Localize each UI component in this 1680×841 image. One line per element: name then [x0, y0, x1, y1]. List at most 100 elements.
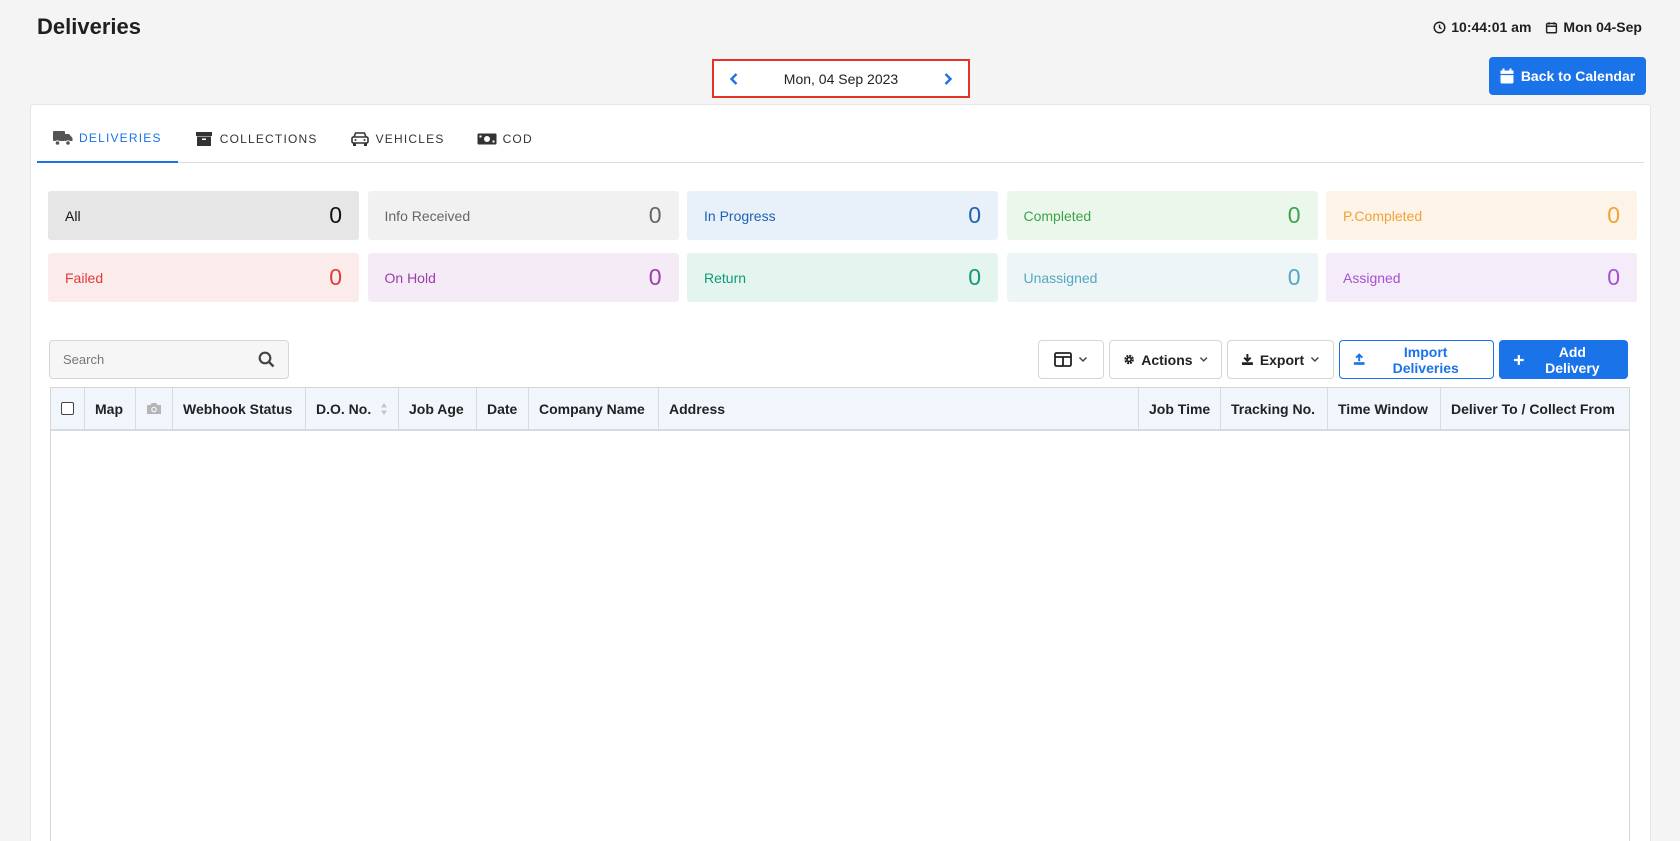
- camera-icon: [147, 403, 161, 414]
- stat-label: Info Received: [384, 207, 471, 224]
- search-box: [49, 340, 289, 379]
- columns-icon: [1054, 352, 1072, 367]
- column-header-tracking-no[interactable]: Tracking No.: [1221, 388, 1328, 429]
- status-summary: All 0 Info Received 0 In Progress 0 Complet…: [48, 191, 1637, 302]
- add-delivery-label: Add Delivery: [1545, 343, 1600, 376]
- selected-date: Mon, 04 Sep 2023: [783, 70, 899, 87]
- stat-count: 0: [1607, 264, 1620, 290]
- stat-label: Unassigned: [1023, 269, 1098, 286]
- stat-failed[interactable]: Failed 0: [48, 253, 359, 302]
- current-date: Mon 04-Sep: [1563, 19, 1642, 35]
- tab-cod[interactable]: COD: [461, 115, 549, 162]
- stat-all[interactable]: All 0: [48, 191, 359, 240]
- deliveries-table: Map Webhook Status D.O. No. Job Age Date…: [50, 387, 1630, 841]
- column-header-job-time[interactable]: Job Time: [1139, 388, 1221, 429]
- date-navigator: Mon, 04 Sep 2023: [712, 59, 970, 98]
- import-deliveries-button[interactable]: Import Deliveries: [1339, 340, 1494, 379]
- sort-icon: [381, 402, 387, 415]
- actions-label: Actions: [1141, 351, 1193, 368]
- stat-label: P.Completed: [1343, 207, 1423, 224]
- stat-assigned[interactable]: Assigned 0: [1326, 253, 1637, 302]
- stat-count: 0: [329, 264, 342, 290]
- prev-day-button[interactable]: [726, 71, 742, 87]
- stat-label: On Hold: [384, 269, 436, 286]
- page-title: Deliveries: [37, 14, 141, 39]
- stat-count: 0: [329, 202, 342, 228]
- import-deliveries-label: Import Deliveries: [1392, 343, 1459, 376]
- export-dropdown-button[interactable]: Export: [1227, 340, 1334, 379]
- tab-label: COD: [502, 131, 533, 146]
- back-to-calendar-button[interactable]: Back to Calendar: [1489, 57, 1646, 95]
- stat-label: Return: [704, 269, 747, 286]
- column-header-deliver-to[interactable]: Deliver To / Collect From: [1441, 388, 1629, 429]
- search-input[interactable]: [63, 352, 243, 367]
- stat-count: 0: [1287, 264, 1301, 290]
- export-label: Export: [1259, 351, 1305, 368]
- stat-label: Completed: [1023, 207, 1092, 224]
- column-header-job-age[interactable]: Job Age: [399, 388, 477, 429]
- column-header-map[interactable]: Map: [85, 388, 136, 429]
- stat-count: 0: [968, 264, 981, 290]
- column-header-date[interactable]: Date: [477, 388, 529, 429]
- calendar-icon: [1546, 21, 1558, 34]
- column-header-photo[interactable]: [136, 388, 173, 429]
- column-header-webhook-status[interactable]: Webhook Status: [173, 388, 306, 429]
- download-icon: [1241, 354, 1253, 365]
- current-time: 10:44:01 am: [1451, 19, 1532, 35]
- tab-vehicles[interactable]: VEHICLES: [334, 115, 461, 162]
- stat-count: 0: [968, 202, 981, 228]
- plus-icon: [1513, 354, 1524, 365]
- chevron-right-icon: [944, 72, 953, 85]
- calendar-icon: [1500, 68, 1514, 84]
- tab-collections[interactable]: COLLECTIONS: [178, 115, 334, 162]
- gear-icon: [1124, 354, 1134, 365]
- stat-on-hold[interactable]: On Hold 0: [367, 253, 679, 302]
- stat-label: Assigned: [1343, 269, 1401, 286]
- column-header-label: D.O. No.: [316, 400, 372, 417]
- archive-box-icon: [195, 131, 212, 146]
- stat-count: 0: [648, 202, 662, 228]
- car-icon: [350, 131, 369, 146]
- stat-info-received[interactable]: Info Received 0: [367, 191, 679, 240]
- stat-count: 0: [648, 264, 662, 290]
- column-header-time-window[interactable]: Time Window: [1328, 388, 1441, 429]
- column-visibility-button[interactable]: [1038, 340, 1104, 379]
- tab-label: VEHICLES: [375, 131, 445, 146]
- chevron-down-icon: [1199, 357, 1208, 362]
- table-toolbar: Actions Export Import Deliveries Add Del…: [49, 340, 1628, 380]
- stat-in-progress[interactable]: In Progress 0: [687, 191, 998, 240]
- stat-unassigned[interactable]: Unassigned 0: [1006, 253, 1318, 302]
- select-all-checkbox[interactable]: [61, 402, 74, 415]
- table-header: Map Webhook Status D.O. No. Job Age Date…: [51, 388, 1629, 431]
- tab-deliveries[interactable]: DELIVERIES: [37, 115, 178, 163]
- column-header-do-no[interactable]: D.O. No.: [306, 388, 399, 429]
- next-day-button[interactable]: [940, 71, 956, 87]
- stat-return[interactable]: Return 0: [687, 253, 998, 302]
- clock-icon: [1433, 20, 1446, 34]
- actions-dropdown-button[interactable]: Actions: [1109, 340, 1222, 379]
- column-header-company-name[interactable]: Company Name: [529, 388, 659, 429]
- search-icon[interactable]: [258, 351, 275, 368]
- back-to-calendar-label: Back to Calendar: [1520, 68, 1636, 84]
- stat-completed[interactable]: Completed 0: [1006, 191, 1318, 240]
- stat-label: Failed: [65, 269, 104, 286]
- stat-count: 0: [1607, 202, 1620, 228]
- stat-label: All: [65, 207, 81, 224]
- clock-bar: 10:44:01 am Mon 04-Sep: [1433, 19, 1642, 35]
- stat-count: 0: [1287, 202, 1301, 228]
- truck-icon: [53, 131, 73, 146]
- column-header-address[interactable]: Address: [659, 388, 1139, 429]
- tab-label: COLLECTIONS: [219, 131, 318, 146]
- chevron-down-icon: [1311, 357, 1320, 363]
- stat-partially-completed[interactable]: P.Completed 0: [1326, 191, 1637, 240]
- stat-label: In Progress: [704, 207, 776, 224]
- upload-icon: [1353, 353, 1365, 365]
- money-bill-icon: [477, 133, 497, 144]
- deliveries-panel: DELIVERIES COLLECTIONS VEHICLES COD All 0…: [30, 104, 1651, 841]
- tab-label: DELIVERIES: [79, 131, 162, 145]
- add-delivery-button[interactable]: Add Delivery: [1499, 340, 1628, 379]
- chevron-left-icon: [729, 72, 738, 85]
- select-all-cell: [51, 388, 85, 429]
- tab-bar: DELIVERIES COLLECTIONS VEHICLES COD: [37, 115, 1644, 163]
- chevron-down-icon: [1078, 356, 1088, 363]
